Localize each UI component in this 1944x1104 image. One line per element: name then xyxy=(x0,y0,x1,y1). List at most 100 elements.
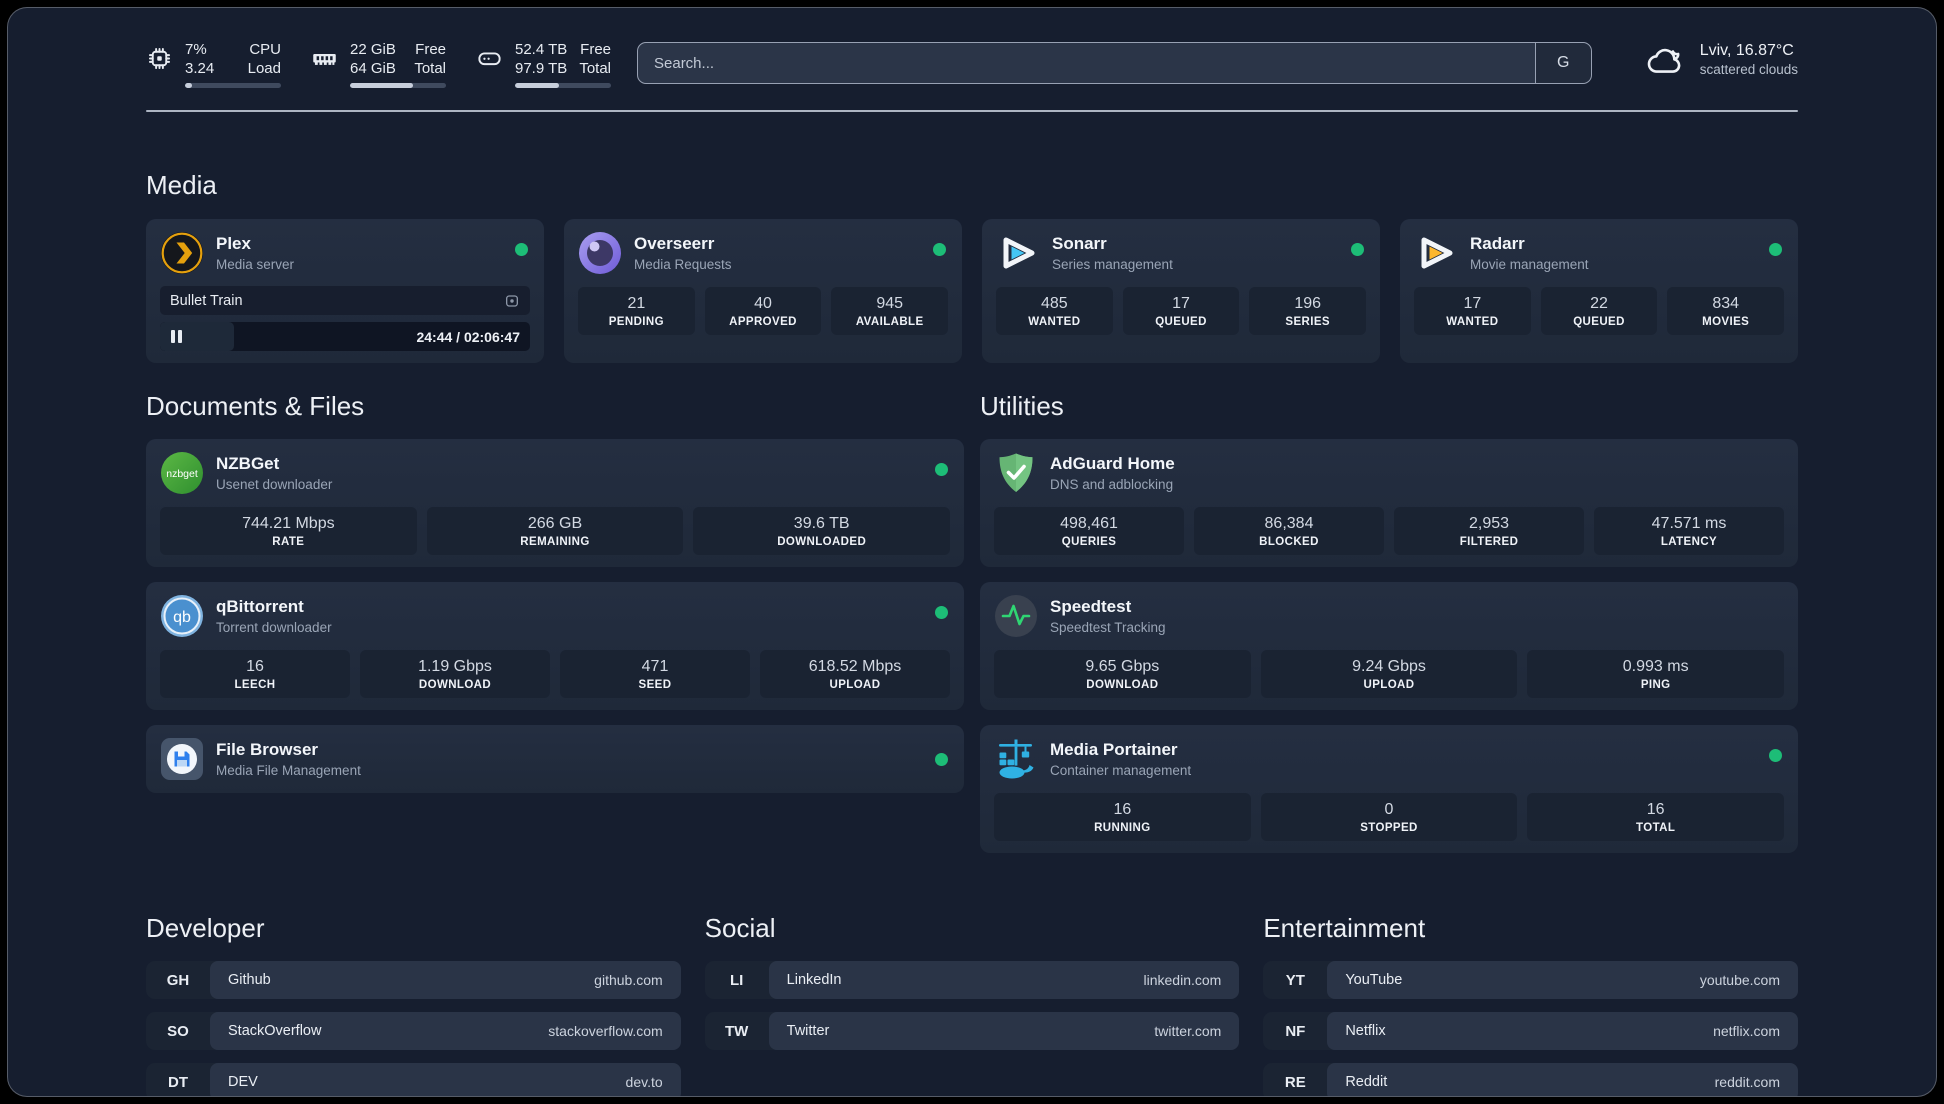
stat-tile: 266 GB REMAINING xyxy=(426,507,684,555)
memory-stat: 22 GiB Free 64 GiB Total xyxy=(311,40,446,88)
ram-icon xyxy=(313,54,336,65)
bookmark-abbr: SO xyxy=(167,1022,189,1040)
app-name: Overseerr xyxy=(634,234,715,253)
weather-widget: Lviv, 16.87°C scattered clouds xyxy=(1646,42,1798,77)
app-name: NZBGet xyxy=(216,454,280,473)
bookmark-link-netflix[interactable]: NF Netflix netflix.com xyxy=(1263,1012,1798,1050)
stat-tile: 618.52 Mbps UPLOAD xyxy=(760,650,950,698)
stat-tile: 9.24 Gbps UPLOAD xyxy=(1260,650,1518,698)
stat-tile: 47.571 ms LATENCY xyxy=(1594,507,1784,555)
filebrowser-icon xyxy=(161,738,203,780)
pause-icon[interactable] xyxy=(171,330,182,343)
bookmark-url: dev.to xyxy=(625,1074,663,1090)
status-online-dot xyxy=(1769,243,1782,256)
app-card-overseerr[interactable]: Overseerr Media Requests 21 PENDING 40 APP… xyxy=(564,219,962,363)
bookmark-link-github[interactable]: GH Github github.com xyxy=(146,961,681,999)
bookmark-link-youtube[interactable]: YT YouTube youtube.com xyxy=(1263,961,1798,999)
bookmark-abbr: LI xyxy=(729,971,744,989)
cloud-icon xyxy=(1647,48,1681,73)
stat-tile: 834 MOVIES xyxy=(1667,287,1785,335)
adguard-icon xyxy=(999,453,1033,492)
bookmark-link-twitter[interactable]: TW Twitter twitter.com xyxy=(704,1012,1240,1050)
stat-tile: 1.19 Gbps DOWNLOAD xyxy=(360,650,550,698)
stat-tile: 498,461 QUERIES xyxy=(994,507,1184,555)
stat-tile: 0 STOPPED xyxy=(1260,793,1518,841)
stat-tile: 9.65 Gbps DOWNLOAD xyxy=(994,650,1251,698)
app-card-plex[interactable]: Plex Media server Bullet Train 24:44 / 0… xyxy=(146,219,544,363)
bookmark-url: reddit.com xyxy=(1714,1074,1780,1090)
stat-tile: 40 APPROVED xyxy=(704,287,822,335)
bookmark-link-stackoverflow[interactable]: SO StackOverflow stackoverflow.com xyxy=(146,1012,681,1050)
bookmark-link-dev[interactable]: DT DEV dev.to xyxy=(146,1063,681,1096)
bookmark-name: Reddit xyxy=(1345,1074,1388,1090)
cpu-usage: 7% xyxy=(185,41,207,58)
session-cast-icon[interactable] xyxy=(504,293,520,309)
bookmark-name: Netflix xyxy=(1345,1023,1386,1039)
bookmark-abbr: RE xyxy=(1284,1073,1306,1091)
app-card-nzbget[interactable]: nzbget NZBGet Usenet downloader 744.21 M… xyxy=(146,439,964,567)
disk-free: 52.4 TB xyxy=(515,41,568,58)
search-input[interactable] xyxy=(638,43,1535,83)
svg-text:nzbget: nzbget xyxy=(166,468,198,480)
weather-location: Lviv, 16.87°C xyxy=(1699,42,1794,59)
bookmark-group-developer: Developer GH Github github.com SO StackO… xyxy=(146,913,681,1096)
qbittorrent-icon: qb xyxy=(161,595,203,637)
bookmark-url: github.com xyxy=(594,972,663,988)
app-name: qBittorrent xyxy=(216,597,304,616)
status-online-dot xyxy=(1351,243,1364,256)
disk-stat: 52.4 TB Free 97.9 TB Total xyxy=(476,40,611,88)
app-card-qbittorrent[interactable]: qb qBittorrent Torrent downloader 16 LEEC… xyxy=(146,582,964,710)
cpu-load-label: Load xyxy=(247,60,281,77)
app-subtitle: Usenet downloader xyxy=(216,477,333,492)
search-engine-button[interactable]: G xyxy=(1534,43,1591,83)
cpu-label: CPU xyxy=(249,41,281,58)
bookmark-group-social: Social LI LinkedIn linkedin.com TW Twitt… xyxy=(704,913,1240,1096)
bookmark-group-entertainment: Entertainment YT YouTube youtube.com NF … xyxy=(1263,913,1798,1096)
section-title-social: Social xyxy=(704,913,776,943)
app-name: Plex xyxy=(216,234,251,253)
header-divider xyxy=(146,110,1798,112)
stat-tile: 86,384 BLOCKED xyxy=(1194,507,1384,555)
plex-icon xyxy=(161,232,203,274)
app-name: Media Portainer xyxy=(1050,740,1178,759)
memory-free-label: Free xyxy=(415,41,446,58)
header: 7% CPU 3.24 Load 22 GiB Free 64 GiB Tota… xyxy=(146,8,1798,88)
app-card-radarr[interactable]: Radarr Movie management 17 WANTED 22 QUEUE… xyxy=(1400,219,1798,363)
section-title-utilities: Utilities xyxy=(980,391,1064,421)
section-title-documents: Documents & Files xyxy=(146,391,365,421)
status-online-dot xyxy=(935,463,948,476)
disk-total: 97.9 TB xyxy=(515,60,568,77)
bookmark-url: linkedin.com xyxy=(1143,972,1222,988)
section-title-developer: Developer xyxy=(146,913,265,943)
bookmark-url: youtube.com xyxy=(1699,972,1780,988)
app-card-portainer[interactable]: Media Portainer Container management 16 R… xyxy=(980,725,1798,853)
bookmark-link-reddit[interactable]: RE Reddit reddit.com xyxy=(1263,1063,1798,1096)
radarr-icon xyxy=(1421,237,1453,269)
app-name: Sonarr xyxy=(1052,234,1107,253)
app-subtitle: Media server xyxy=(216,257,295,272)
bookmark-link-linkedin[interactable]: LI LinkedIn linkedin.com xyxy=(704,961,1240,999)
app-name: File Browser xyxy=(216,740,319,759)
app-name: AdGuard Home xyxy=(1050,454,1175,473)
sonarr-icon xyxy=(1003,237,1035,269)
bookmark-name: DEV xyxy=(228,1074,258,1090)
app-card-filebrowser[interactable]: File Browser Media File Management xyxy=(146,725,964,793)
stat-tile: 17 QUEUED xyxy=(1122,287,1240,335)
app-card-speedtest[interactable]: Speedtest Speedtest Tracking 9.65 Gbps DO… xyxy=(980,582,1798,710)
app-card-adguard[interactable]: AdGuard Home DNS and adblocking 498,461 Q… xyxy=(980,439,1798,567)
disk-progress xyxy=(515,83,611,88)
app-card-sonarr[interactable]: Sonarr Series management 485 WANTED 17 QUE… xyxy=(982,219,1380,363)
bookmark-name: YouTube xyxy=(1345,972,1403,988)
status-online-dot xyxy=(935,606,948,619)
playback-progress-bar[interactable]: 24:44 / 02:06:47 xyxy=(160,322,530,351)
documents-column: Documents & Files nzbget NZBGet Usenet d… xyxy=(146,391,964,853)
svg-text:qb: qb xyxy=(173,609,191,626)
weather-condition: scattered clouds xyxy=(1699,62,1798,77)
cpu-load: 3.24 xyxy=(185,60,215,77)
disk-free-label: Free xyxy=(580,41,611,58)
app-subtitle: Speedtest Tracking xyxy=(1050,620,1166,635)
status-online-dot xyxy=(515,243,528,256)
now-playing-title: Bullet Train xyxy=(170,292,243,309)
app-subtitle: Media Requests xyxy=(634,257,732,272)
stat-tile: 16 RUNNING xyxy=(994,793,1251,841)
